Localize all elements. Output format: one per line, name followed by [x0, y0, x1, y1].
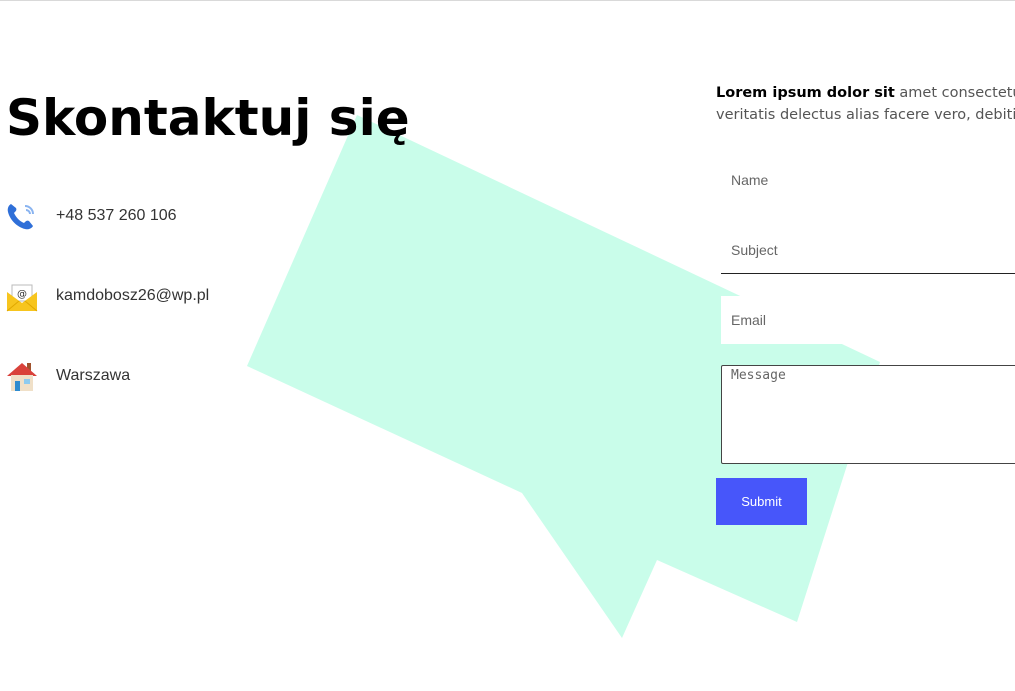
address-city: Warszawa	[56, 367, 131, 384]
phone-icon	[7, 204, 34, 230]
intro-text: Lorem ipsum dolor sit amet consectetu ve…	[716, 82, 1015, 126]
email-envelope-icon: @	[6, 284, 38, 312]
name-input[interactable]	[721, 156, 1015, 204]
contact-address: Warszawa	[5, 359, 130, 393]
submit-button[interactable]: Submit	[716, 478, 807, 525]
message-textarea[interactable]	[721, 365, 1015, 464]
subject-input[interactable]	[721, 226, 1015, 274]
intro-bold: Lorem ipsum dolor sit	[716, 85, 895, 101]
svg-text:@: @	[17, 289, 27, 300]
intro-line2: veritatis delectus alias facere vero, de…	[716, 107, 1015, 123]
email-address[interactable]: kamdobosz26@wp.pl	[56, 287, 209, 305]
phone-number[interactable]: +48 537 260 106	[56, 207, 177, 225]
house-icon	[7, 363, 37, 391]
contact-email: @ kamdobosz26@wp.pl	[5, 279, 209, 313]
email-input[interactable]	[721, 296, 1015, 344]
contact-phone: +48 537 260 106	[5, 199, 177, 233]
contact-page: Skontaktuj się +48 537 260 106 @ kamdobo…	[0, 0, 1015, 691]
intro-rest: amet consectetu	[894, 85, 1015, 101]
page-title: Skontaktuj się	[6, 89, 410, 147]
